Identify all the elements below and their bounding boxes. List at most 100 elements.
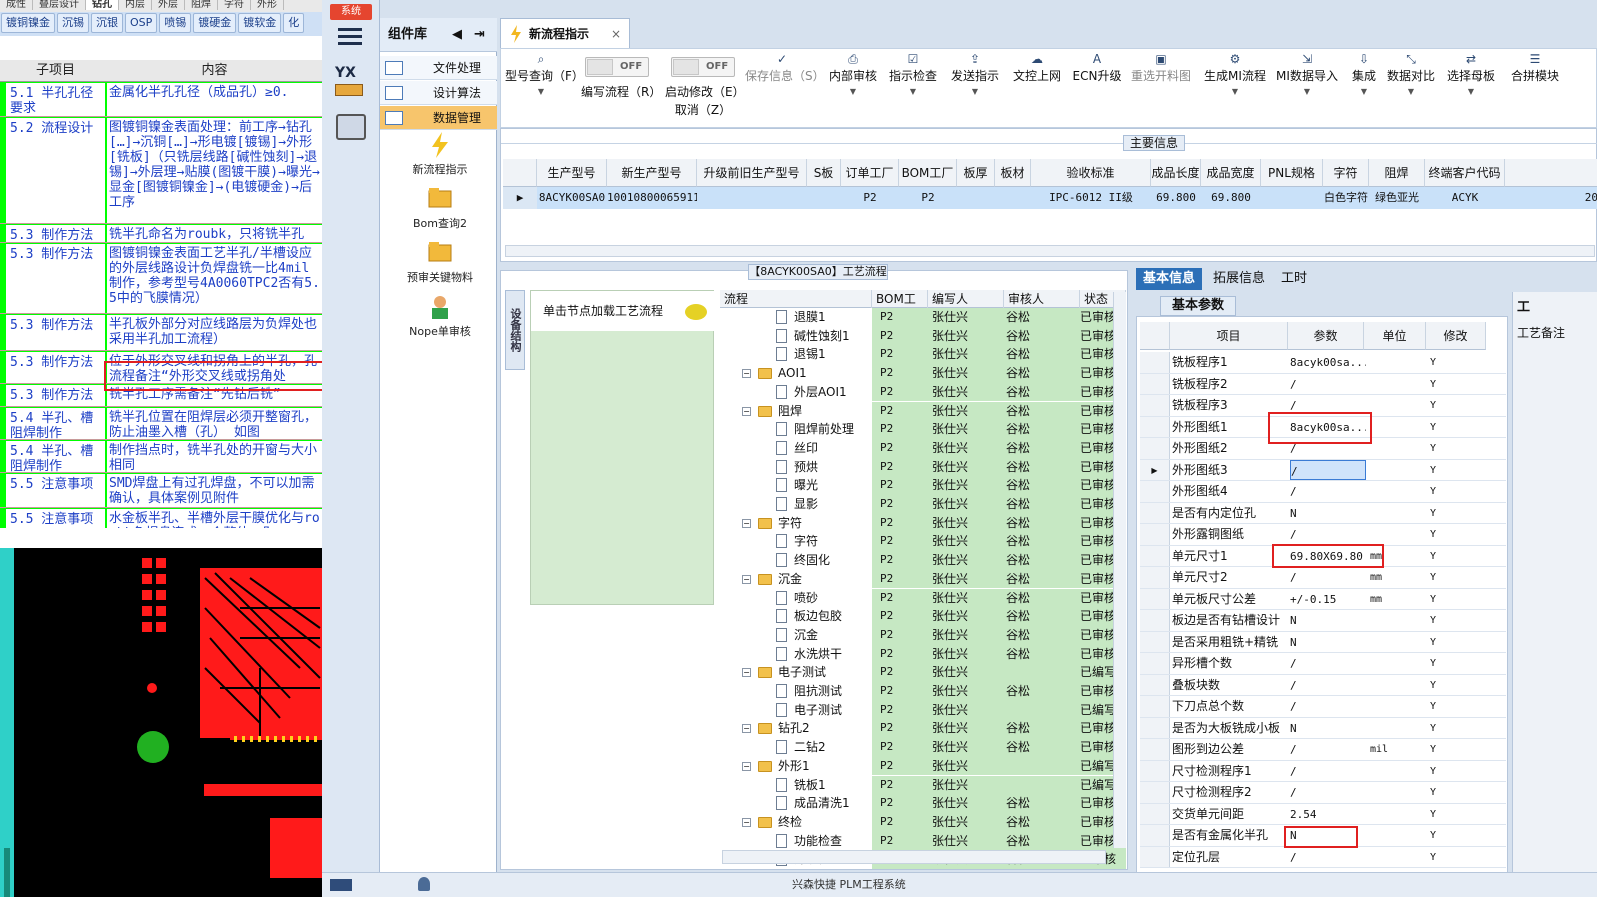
library-item[interactable]: 文件处理 [380,56,497,80]
main-cell[interactable]: P2 [899,187,957,209]
collapse-icon[interactable]: − [742,406,751,416]
param-row-selector[interactable]: ▶ [1140,459,1170,480]
process-step-row[interactable]: − 字符 P2 张仕兴 谷松 已审核 [720,513,1126,533]
main-col-header[interactable]: 成品长度 [1151,159,1201,187]
process-tree-vscroll[interactable] [1113,292,1126,848]
param-row-selector[interactable] [1140,610,1170,631]
toolbar-printer-button[interactable]: ⎙ 内部审核 ▼ [823,49,883,96]
main-cell[interactable]: 69.800 [1151,187,1201,209]
surface-tab[interactable]: 化 [283,13,305,33]
param-col-header[interactable]: 项目 [1170,322,1288,350]
param-row-selector[interactable] [1140,631,1170,652]
sheet-tab[interactable]: 叠层设计 [33,0,86,10]
process-step-row[interactable]: − 终检 P2 张仕兴 谷松 已审核 [720,812,1126,832]
param-value[interactable]: / [1290,675,1366,696]
param-row-selector[interactable] [1140,674,1170,695]
collapse-icon[interactable]: − [742,724,751,734]
param-row-selector[interactable] [1140,696,1170,717]
param-row[interactable]: 下刀点总个数 / Y [1140,696,1506,718]
main-cell[interactable]: 白色字符 [1323,187,1369,209]
main-cell[interactable] [1261,187,1323,209]
param-value[interactable]: / [1290,782,1366,803]
tree-col-header[interactable]: 审核人 [1004,290,1080,308]
collapse-icon[interactable]: − [742,817,751,827]
library-tool[interactable]: 预审关键物料 [390,240,490,285]
param-col-header[interactable]: 参数 [1288,322,1364,350]
toolbar-shuffle-button[interactable]: ⇄ 选择母板 ▼ [1439,49,1503,96]
param-value[interactable]: N [1290,610,1366,631]
param-value[interactable]: / [1290,374,1366,395]
param-row-selector[interactable] [1140,588,1170,609]
process-step-row[interactable]: 二钻2 P2 张仕兴 谷松 已审核 [720,738,1126,757]
param-row[interactable]: 铣板程序2 / Y [1140,373,1506,395]
process-step-row[interactable]: 碱性蚀刻1 P2 张仕兴 谷松 已审核 [720,326,1126,346]
param-row-selector[interactable] [1140,782,1170,803]
main-col-header[interactable]: 成品宽度 [1201,159,1261,187]
collapse-icon[interactable]: − [742,761,751,771]
device-structure-tab[interactable]: 设备结构 [505,290,525,370]
toolbar-image-button[interactable]: ▣ 重选开料图 [1125,49,1197,84]
main-cell[interactable]: 绿色亚光 [1369,187,1425,209]
param-value[interactable]: N [1290,718,1366,739]
param-row[interactable]: 是否有内定位孔 N Y [1140,502,1506,524]
save-info-button[interactable]: ✓ 保存信息（S） [745,49,825,84]
main-col-header[interactable]: 验收标准 [1031,159,1151,187]
surface-tab[interactable]: 喷锡 [159,13,192,33]
main-cell[interactable] [697,187,807,209]
param-row-selector[interactable] [1140,524,1170,545]
tree-col-header[interactable]: 流程 [720,290,872,308]
process-step-row[interactable]: 铣板1 P2 张仕兴 已编写 [720,775,1126,795]
param-value[interactable]: 2.54 [1290,804,1366,825]
sheet-tab[interactable]: 外层 [152,0,185,10]
right-tab[interactable]: 工时 [1274,268,1314,290]
param-row-selector[interactable] [1140,846,1170,867]
process-step-row[interactable]: − 沉金 P2 张仕兴 谷松 已审核 [720,569,1126,589]
param-value[interactable]: N [1290,503,1366,524]
sheet-tab[interactable]: 内层 [119,0,152,10]
param-row[interactable]: 单元板尺寸公差 +/-0.15 mm Y [1140,588,1506,610]
main-cell[interactable]: IPC-6012 II级 [1031,187,1151,209]
param-row[interactable]: 异形槽个数 / Y [1140,653,1506,675]
param-row[interactable]: 叠板块数 / Y [1140,674,1506,696]
param-row-selector[interactable] [1140,438,1170,459]
main-cell[interactable] [957,187,995,209]
surface-tab[interactable]: 沉银 [91,13,123,33]
process-step-row[interactable]: − 电子测试 P2 张仕兴 已编写 [720,663,1126,682]
param-row[interactable]: 外形露铜图纸 / Y [1140,524,1506,546]
param-row[interactable]: 外形图纸4 / Y [1140,481,1506,503]
start-edit-toggle[interactable]: OFF [671,57,735,77]
sheet-tab[interactable]: 字符 [218,0,251,10]
sheet-tab[interactable]: 阻焊 [185,0,218,10]
main-col-header[interactable]: 终端客户代码 [1425,159,1505,187]
process-step-row[interactable]: 丝印 P2 张仕兴 谷松 已审核 [720,438,1126,458]
param-row[interactable]: ▶ 外形图纸3 / Y [1140,459,1506,481]
process-step-row[interactable]: 喷砂 P2 张仕兴 谷松 已审核 [720,588,1126,608]
process-step-row[interactable]: 退膜1 P2 张仕兴 谷松 已审核 [720,308,1126,327]
main-col-header[interactable]: 订单工厂 [841,159,899,187]
main-col-header[interactable]: 生产型号 [537,159,607,187]
main-cell[interactable]: ACYK [1425,187,1505,209]
process-tree-hscroll[interactable] [722,850,1106,864]
pin-icon[interactable]: ⇥ [474,18,485,52]
right-tab[interactable]: 基本信息 [1136,268,1203,290]
param-row-selector[interactable] [1140,352,1170,373]
library-tool[interactable]: 新流程指示 [390,132,490,177]
param-row[interactable]: 是否为大板铣成小板 N Y [1140,717,1506,739]
param-value[interactable]: / [1290,653,1366,674]
param-value[interactable]: / [1290,847,1366,868]
process-step-row[interactable]: − 阻焊 P2 张仕兴 谷松 已审核 [720,401,1126,421]
main-col-header[interactable]: 字符 [1323,159,1369,187]
process-step-row[interactable]: 字符 P2 张仕兴 谷松 已审核 [720,532,1126,552]
collapse-icon[interactable]: − [742,668,751,678]
process-step-row[interactable]: 终固化 P2 张仕兴 谷松 已审核 [720,551,1126,570]
library-tool[interactable]: Nope单审核 [390,294,490,339]
param-row[interactable]: 定位孔层 / Y [1140,846,1506,868]
param-col-header[interactable]: 单位 [1364,322,1426,350]
toolbar-download-button[interactable]: ⇩ 集成 ▼ [1347,49,1381,96]
param-value[interactable]: / [1290,459,1366,480]
param-row[interactable]: 是否采用粗铣+精铣 N Y [1140,631,1506,653]
main-col-header[interactable]: 板材 [995,159,1031,187]
param-row[interactable]: 单元尺寸2 / mm Y [1140,567,1506,589]
surface-tab[interactable]: OSP [125,13,158,33]
toolbar-compare-button[interactable]: ⤡ 数据对比 ▼ [1383,49,1439,96]
